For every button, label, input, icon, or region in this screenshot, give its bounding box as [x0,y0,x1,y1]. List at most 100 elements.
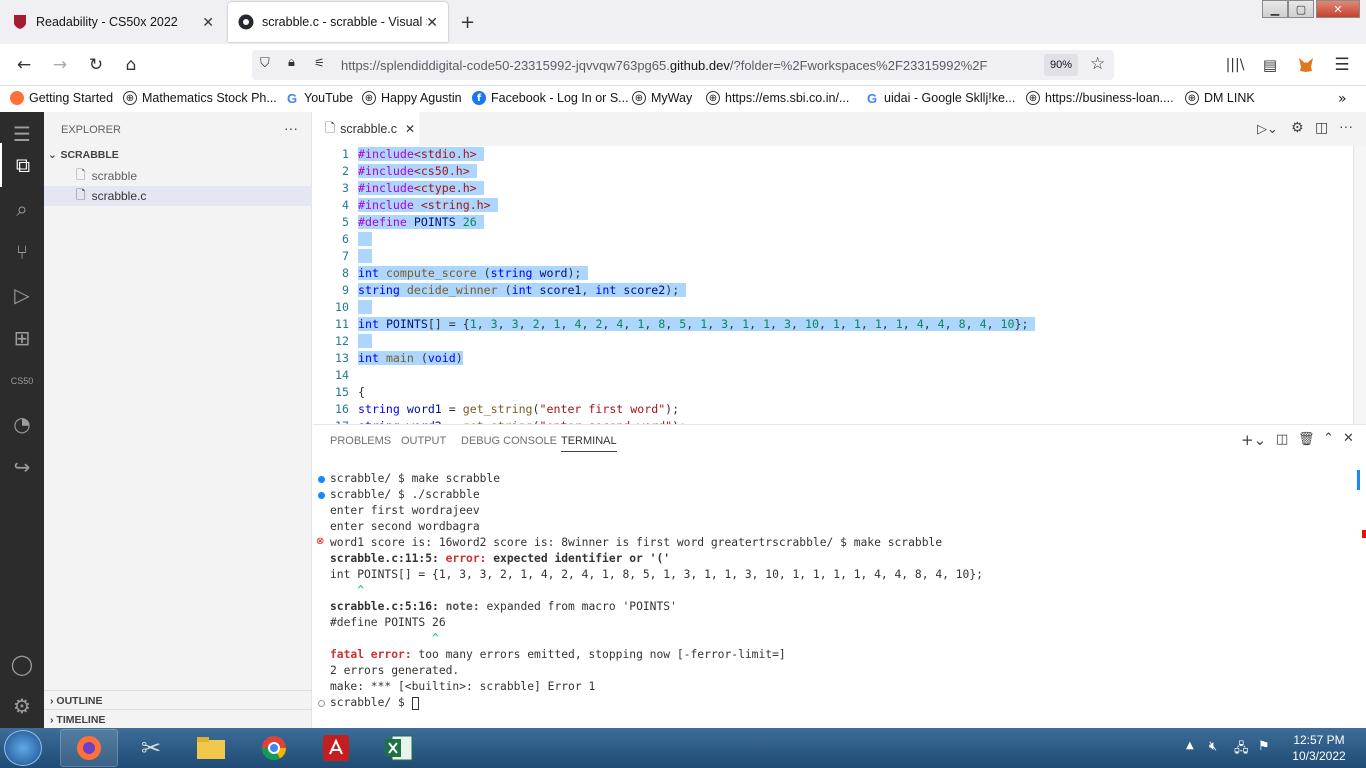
address-bar[interactable]: ⛉ 🔒︎ ⚟ https://splendiddigital-code50-23… [252,50,1114,80]
more-actions-icon[interactable]: ··· [1339,118,1353,134]
browser-tab-readability[interactable]: Readability - CS50x 2022 ✕ [2,2,224,42]
file-scrabble-c[interactable]: 🗋 scrabble.c [44,186,312,206]
close-editor-tab-icon[interactable]: ✕ [405,122,415,136]
folder-scrabble[interactable]: ⌄ SCRABBLE [48,149,119,161]
code-line [358,248,372,265]
close-tab-icon[interactable]: ✕ [202,14,214,31]
bookmark-dm-link[interactable]: ⊕ DM LINK [1185,91,1255,105]
url-domain: github.dev [669,58,730,73]
lock-icon[interactable]: 🔒︎ [288,55,295,70]
clock[interactable]: 12:57 PM 10/3/2022 [1284,733,1354,763]
harvard-shield-icon [12,14,28,30]
new-terminal-icon[interactable]: +⌄ [1241,431,1266,449]
folder-icon [197,737,225,759]
line-number: 5 [342,215,349,229]
success-dot-icon [318,476,325,483]
terminal-line: enter second wordbagra [330,520,480,533]
search-icon[interactable]: ⌕ [0,187,44,231]
bookmark-ems-sbi[interactable]: ⊕ https://ems.sbi.co.in/... [706,91,849,105]
bookmark-uidai[interactable]: Guidai - Google Skllj!ke... [865,91,1015,106]
sidebar-toggle-icon[interactable]: ▤ [1259,54,1281,76]
taskbar-excel[interactable] [370,729,428,767]
library-icon[interactable]: |||\ [1224,54,1246,76]
editor-tab-scrabble-c[interactable]: 🗋 scrabble.c ✕ [313,112,419,146]
excel-icon [385,735,413,761]
line-number: 6 [342,232,349,246]
back-arrow-icon[interactable]: ← [13,54,35,76]
bookmark-myway[interactable]: ⊕ MyWay [632,91,692,105]
explorer-icon[interactable]: ⧉ [0,143,44,187]
activity-bar: ☰ ⧉ ⌕ ⑂ ▷ ⊞ CS50 ◔ ↪ ◯ ⚙ [0,112,44,728]
bookmark-label: https://business-loan.... [1045,91,1174,105]
taskbar-file-explorer[interactable] [182,729,240,767]
outline-section[interactable]: › OUTLINE [44,690,312,707]
file-scrabble[interactable]: 🗋 scrabble [44,166,312,186]
account-icon[interactable]: ◯ [0,642,44,686]
start-button[interactable] [4,730,42,766]
bookmark-happy-agustin[interactable]: ⊕ Happy Agustin [362,91,462,105]
chevron-down-icon: ⌄ [48,149,61,161]
code-area[interactable]: 1234567891011121314151617 #include<stdio… [313,146,1353,424]
bookmark-facebook[interactable]: f Facebook - Log In or S... [472,91,629,105]
forward-arrow-icon[interactable]: → [49,54,71,76]
bookmark-business-loan[interactable]: ⊕ https://business-loan.... [1026,91,1174,105]
browser-tab-vscode[interactable]: scrabble.c - scrabble - Visual St ✕ [228,2,448,42]
taskbar-firefox[interactable] [60,729,118,767]
reload-icon[interactable]: ↻ [85,54,107,76]
extensions-icon[interactable]: ⊞ [0,316,44,360]
tab-terminal[interactable]: TERMINAL [561,435,617,452]
terminal-line: scrabble/ $ make scrabble [330,472,501,485]
taskbar-acrobat[interactable] [307,729,365,767]
split-editor-icon[interactable]: ◫ [1315,120,1328,136]
home-icon[interactable]: ⌂ [120,54,142,76]
metamask-fox-icon[interactable] [1295,54,1317,76]
share-icon[interactable]: ↪ [0,445,44,489]
duck-icon[interactable]: ◔ [0,402,44,446]
url-text[interactable]: https://splendiddigital-code50-23315992-… [341,58,1041,73]
volume-muted-icon[interactable]: 🔇︎ [1209,739,1217,754]
bookmark-label: https://ems.sbi.co.in/... [725,91,850,105]
settings-gear-icon[interactable]: ⚙ [0,684,44,728]
github-icon [238,14,254,30]
new-tab-icon[interactable]: + [460,12,475,33]
timeline-section[interactable]: › TIMELINE [44,709,312,726]
bookmark-star-icon[interactable]: ☆ [1090,54,1105,74]
terminal-line: scrabble/ $ ./scrabble [330,488,480,501]
cs50-label[interactable]: CS50 [0,359,44,403]
close-tab-icon[interactable]: ✕ [426,14,438,31]
editor-scrollbar[interactable] [1353,146,1366,424]
bookmark-mathematics[interactable]: ⊕ Mathematics Stock Ph... [123,91,277,105]
bookmark-getting-started[interactable]: Getting Started [10,91,113,105]
close-panel-icon[interactable]: ✕ [1343,431,1354,446]
maximize-window-icon[interactable]: ▢ [1288,0,1314,18]
action-center-flag-icon[interactable]: ⚑ [1258,739,1270,754]
navigation-bar: ← → ↻ ⌂ ⛉ 🔒︎ ⚟ https://splendiddigital-c… [0,44,1366,86]
minimize-window-icon[interactable]: ▁ [1262,0,1288,18]
tab-debug-console[interactable]: DEBUG CONSOLE [461,435,557,447]
line-number: 16 [335,402,349,416]
source-control-icon[interactable]: ⑂ [0,230,44,274]
settings-gear-icon[interactable]: ⚙ [1291,120,1304,136]
bookmark-youtube[interactable]: G YouTube [285,91,353,106]
more-bookmarks-chevron-icon[interactable]: » [1338,91,1347,107]
run-debug-icon[interactable]: ▷ [0,273,44,317]
close-window-icon[interactable]: ✕ [1316,0,1360,18]
more-actions-icon[interactable]: ··· [284,120,298,136]
bookmark-label: DM LINK [1204,91,1255,105]
split-terminal-icon[interactable]: ◫ [1276,432,1288,447]
url-prefix: https://splendiddigital-code50-23315992-… [341,58,670,73]
permissions-icon[interactable]: ⚟ [314,56,325,70]
taskbar-snipping-tool[interactable]: ✂ [122,729,180,767]
terminal-output[interactable]: scrabble/ $ make scrabble scrabble/ $ ./… [313,470,1353,720]
run-file-icon[interactable]: ▷⌄ [1257,121,1278,137]
tab-output[interactable]: OUTPUT [401,435,446,447]
menu-hamburger-icon[interactable]: ☰ [1331,54,1353,76]
maximize-panel-icon[interactable]: ⌃ [1323,431,1334,446]
taskbar-chrome[interactable] [245,729,303,767]
shield-icon[interactable]: ⛉ [260,56,270,71]
zoom-level-badge[interactable]: 90% [1044,54,1078,76]
show-hidden-icons[interactable]: ▲ [1186,740,1194,751]
network-icon[interactable]: 🖧 [1234,739,1249,761]
trash-icon[interactable]: 🗑︎ [1298,432,1315,447]
tab-problems[interactable]: PROBLEMS [330,435,391,447]
